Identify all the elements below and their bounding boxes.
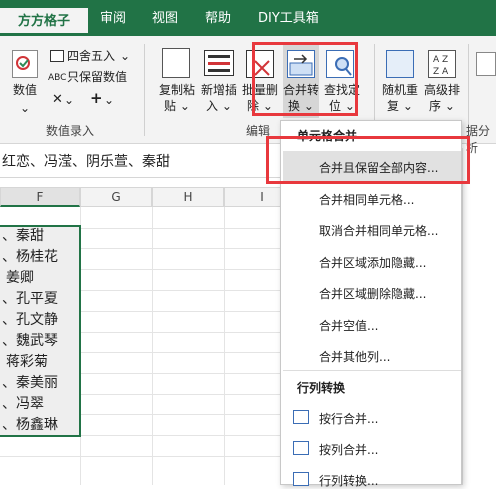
ribbon-tab-bar: 方方格子 审阅 视图 帮助 DIY工具箱	[0, 0, 496, 36]
clipboard-icon	[162, 48, 190, 78]
menu-item-add-hidden[interactable]: 合并区域添加隐藏...	[319, 254, 426, 271]
add-insert-label[interactable]: 新增插入 ⌄	[197, 82, 241, 114]
random-repeat-line1: 随机重	[381, 83, 418, 97]
tab-review[interactable]: 审阅	[98, 0, 128, 36]
tab-fangfang[interactable]: 方方格子	[0, 8, 89, 36]
menu-item-merge-same[interactable]: 合并相同单元格...	[319, 191, 414, 208]
numeric-button[interactable]: 数值	[10, 82, 40, 98]
merge-cols-icon	[293, 441, 309, 455]
insert-rows-icon	[204, 50, 234, 76]
tab-help[interactable]: 帮助	[203, 0, 233, 36]
numeric-icon	[12, 50, 38, 78]
menu-item-merge-by-col[interactable]: 按列合并...	[319, 441, 378, 458]
pencil-icon[interactable]: ✕	[52, 92, 63, 108]
selection-outline	[0, 225, 81, 437]
menu-section-row-col: 行列转换	[297, 381, 346, 395]
keep-numeric-button[interactable]: 只保留数值	[67, 69, 127, 85]
divider	[144, 44, 145, 136]
column-header-g[interactable]: G	[80, 187, 152, 207]
right-sheet-area	[462, 148, 496, 485]
menu-item-unmerge-same[interactable]: 取消合并相同单元格...	[319, 222, 438, 239]
highlight-box-ribbon	[252, 42, 358, 116]
menu-item-merge-blank[interactable]: 合并空值...	[319, 317, 378, 334]
group-label-entry: 数值录入	[46, 124, 95, 138]
round-button[interactable]: 四舍五入	[67, 48, 115, 64]
chevron-down-icon[interactable]: ⌄	[64, 92, 74, 108]
sort-az-icon: A Z Z A	[428, 50, 456, 78]
menu-divider	[283, 370, 461, 371]
menu-item-merge-by-row[interactable]: 按行合并...	[319, 410, 378, 427]
advanced-sort-line1: 高级排	[423, 83, 460, 97]
merge-rows-icon	[293, 410, 309, 424]
random-repeat-line2: 复	[387, 99, 400, 113]
plus-icon[interactable]: +	[90, 90, 103, 106]
row-col-convert-icon	[293, 472, 309, 486]
menu-item-merge-other-cols[interactable]: 合并其他列...	[319, 348, 390, 365]
abc-icon: ABC	[48, 73, 67, 83]
analysis-icon	[476, 52, 496, 76]
column-header-h[interactable]: H	[152, 187, 224, 207]
tab-diy-toolbox[interactable]: DIY工具箱	[256, 0, 321, 36]
group-label-analysis: 据分析	[466, 124, 491, 155]
copy-paste-label[interactable]: 复制粘贴 ⌄	[155, 82, 199, 114]
copy-paste-line2: 贴	[164, 99, 177, 113]
grid-icon	[50, 50, 64, 62]
advanced-sort-label[interactable]: 高级排序 ⌄	[422, 82, 462, 114]
chevron-down-icon[interactable]: ⌄	[18, 100, 32, 116]
svg-text:A Z: A Z	[433, 55, 448, 65]
advanced-sort-line2: 序	[429, 99, 442, 113]
add-insert-line1: 新增插	[200, 83, 237, 97]
gridline	[0, 456, 300, 457]
column-header-f[interactable]: F	[0, 187, 80, 207]
copy-paste-line1: 复制粘	[158, 83, 195, 97]
chevron-down-icon[interactable]: ⌄	[104, 92, 114, 108]
add-insert-line2: 入	[206, 99, 219, 113]
menu-item-row-col-convert[interactable]: 行列转换...	[319, 472, 378, 489]
random-repeat-label[interactable]: 随机重复 ⌄	[380, 82, 420, 114]
tab-view[interactable]: 视图	[150, 0, 180, 36]
menu-item-delete-hidden[interactable]: 合并区域删除隐藏...	[319, 285, 426, 302]
highlight-box-menu-item	[266, 136, 470, 184]
random-repeat-icon	[386, 50, 414, 78]
chevron-down-icon[interactable]: ⌄	[120, 48, 130, 64]
svg-text:Z A: Z A	[433, 67, 449, 77]
